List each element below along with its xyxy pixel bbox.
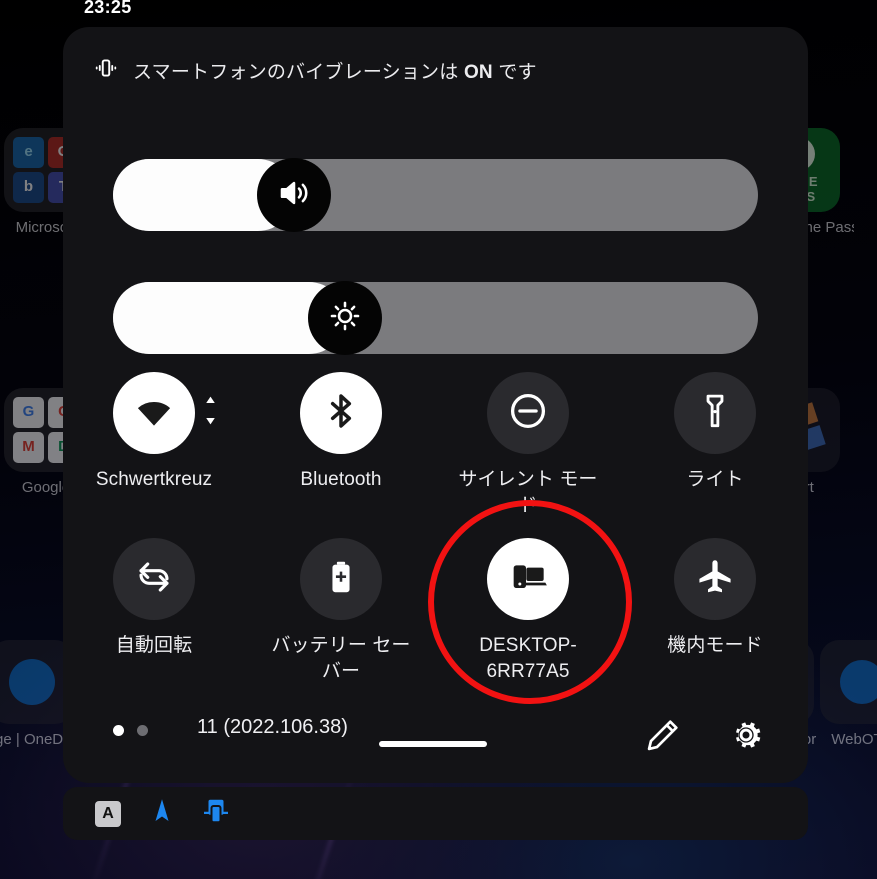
tile-bluetooth[interactable]: Bluetooth [266,372,416,493]
tile-link-to-windows[interactable]: DESKTOP-6RR77A5 [453,538,603,685]
tile-bluetooth-circle[interactable] [300,372,382,454]
recents-button[interactable] [197,795,235,833]
auto-rotate-icon [133,556,175,603]
vibration-icon [93,55,119,86]
flashlight-icon [696,392,734,435]
volume-slider[interactable] [113,158,758,232]
tile-wifi-label: Schwertkreuz [95,469,213,490]
pencil-icon [644,716,682,759]
tile-flashlight-label: ライト [686,469,744,490]
page-indicator [113,725,148,736]
tile-airplane-mode-circle[interactable] [674,538,756,620]
android-quick-settings-screen: e O b T Microsoft W X P N Office f in t … [0,0,877,879]
wifi-icon [131,388,177,439]
tile-silent-mode-label: サイレント モード [458,469,598,516]
volume-icon [276,175,312,216]
tile-auto-rotate-circle[interactable] [113,538,195,620]
tile-airplane-mode-label: 機内モード [667,635,763,656]
settings-button[interactable] [718,709,774,765]
home-indicator[interactable] [379,741,487,747]
quick-settings-panel: スマートフォンのバイブレーションは ON です Schwertkreuz Blu… [63,27,808,783]
tile-battery-saver[interactable]: バッテリー セーバー [266,538,416,685]
webotp-icon [820,640,877,724]
gear-icon [726,715,766,760]
tile-airplane-mode[interactable]: 機内モード [640,538,790,659]
tile-flashlight-circle[interactable] [674,372,756,454]
back-arrow-icon [147,796,177,831]
tile-battery-saver-label: バッテリー セーバー [271,635,411,682]
navigation-bar: A [63,787,808,840]
vibration-text-after: です [492,62,537,83]
home-app-label: WebOTP [831,731,877,748]
status-bar-clock: 23:25 [84,0,132,17]
tile-bluetooth-label: Bluetooth [300,469,382,490]
back-button[interactable] [143,795,181,833]
page-dot-2[interactable] [137,725,148,736]
tile-flashlight[interactable]: ライト [640,372,790,493]
vibration-text-before: スマートフォンのバイブレーションは [133,62,464,83]
tile-wifi[interactable]: Schwertkreuz [79,372,229,493]
version-label: 11 (2022.106.38) [197,716,348,738]
tile-link-to-windows-label: DESKTOP-6RR77A5 [479,635,577,682]
tile-link-to-windows-circle[interactable] [487,538,569,620]
vibration-notice-text: スマートフォンのバイブレーションは ON です [133,57,537,84]
brightness-slider-thumb[interactable] [308,281,383,355]
ime-indicator-icon: A [95,800,121,827]
wifi-expand-arrows-icon[interactable] [204,396,217,431]
bluetooth-icon [321,391,361,436]
ime-indicator[interactable]: A [89,795,127,833]
tile-auto-rotate-label: 自動回転 [115,635,193,656]
tile-wifi-circle[interactable] [113,372,215,454]
tile-battery-saver-circle[interactable] [300,538,382,620]
home-app-webotp[interactable]: WebOTP [806,640,877,748]
do-not-disturb-icon [506,389,550,438]
vibration-notice: スマートフォンのバイブレーションは ON です [93,55,537,86]
recents-icon [201,796,231,831]
airplane-icon [694,556,736,603]
page-dot-1[interactable] [113,725,124,736]
link-to-windows-icon [508,557,548,602]
tile-silent-mode-circle[interactable] [487,372,569,454]
tile-silent-mode[interactable]: サイレント モード [453,372,603,519]
brightness-slider[interactable] [113,281,758,355]
brightness-icon [327,298,363,339]
tile-auto-rotate[interactable]: 自動回転 [79,538,229,659]
edit-button[interactable] [635,709,691,765]
status-bar: 23:25 [0,0,877,27]
volume-slider-thumb[interactable] [256,158,331,232]
battery-saver-icon [322,558,360,601]
vibration-state: ON [463,62,493,83]
panel-footer: 11 (2022.106.38) [63,697,808,783]
